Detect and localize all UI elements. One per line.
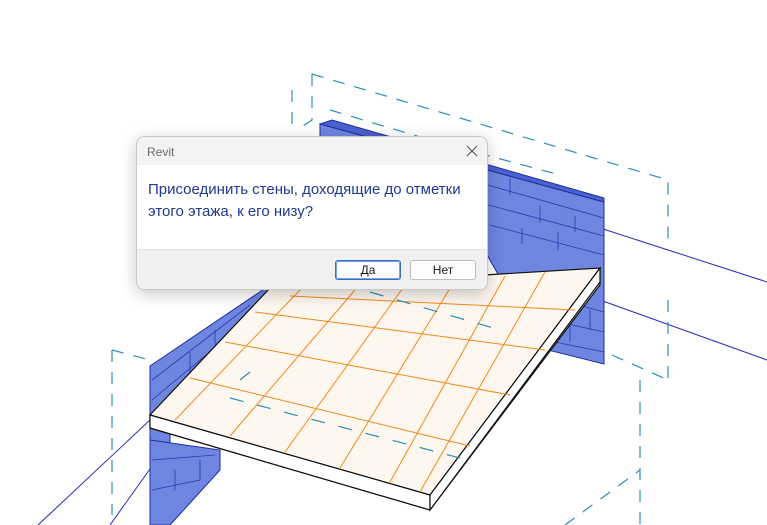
yes-button[interactable]: Да: [335, 260, 401, 280]
revit-dialog: Revit Присоединить стены, доходящие до о…: [136, 136, 488, 290]
dialog-content: Присоединить стены, доходящие до отметки…: [137, 165, 487, 249]
floor-slab: [148, 266, 602, 512]
close-icon: [466, 145, 478, 157]
dialog-title: Revit: [147, 145, 175, 159]
dialog-message: Присоединить стены, доходящие до отметки…: [148, 181, 461, 220]
no-button[interactable]: Нет: [410, 260, 476, 280]
dialog-footer: Да Нет: [137, 249, 487, 289]
dialog-titlebar[interactable]: Revit: [137, 137, 487, 165]
close-button[interactable]: [461, 141, 483, 161]
